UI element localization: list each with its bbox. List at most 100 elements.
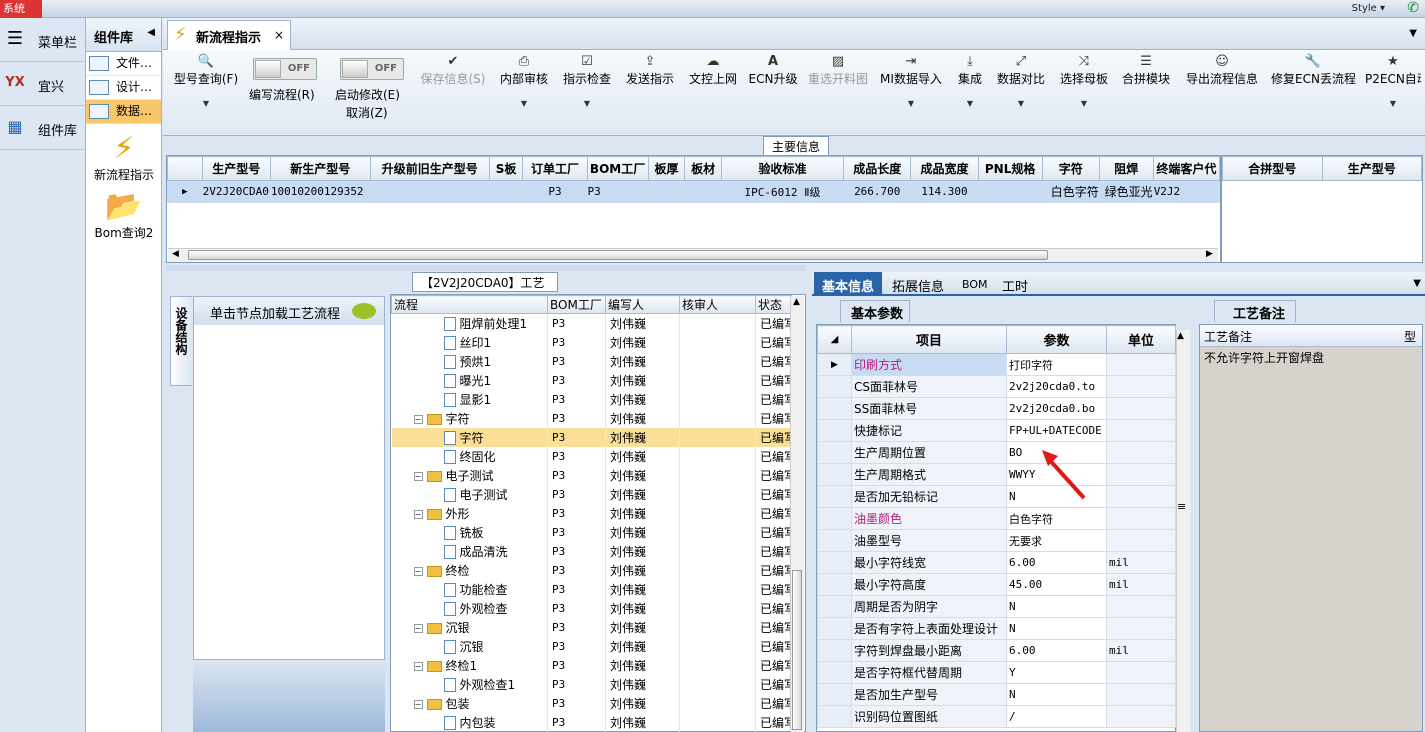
column-header[interactable]: 验收标准 [720,156,845,181]
tree-cell-reviewer[interactable] [679,655,756,675]
tree-cell-bom[interactable]: P3 [547,712,606,732]
column-header[interactable]: 核审人 [679,295,756,314]
params-vertical-scrollbar[interactable] [1176,330,1190,732]
tree-cell-bom[interactable]: P3 [547,579,606,599]
column-header[interactable]: 参数 [1006,325,1107,354]
launcher-bom-query[interactable]: 📂 Bom查询2 [86,190,162,241]
integrate-button[interactable]: ⤓ 集成 ▼ [953,50,987,136]
column-header[interactable]: PNL规格 [977,156,1043,181]
tree-cell-bom[interactable]: P3 [547,351,606,371]
cancel-edit-button[interactable]: 取消(Z) [346,104,388,121]
tree-cell-reviewer[interactable] [679,446,756,466]
tree-cell-bom[interactable]: P3 [547,560,606,580]
tree-row[interactable]: − 沉银 P3刘伟巍 已编写 [391,617,792,637]
tree-cell-name[interactable]: 阻焊前处理1 [391,313,548,333]
table-cell[interactable]: 10010200129352 [269,180,371,203]
tree-cell-name[interactable]: − 沉银 [391,617,548,637]
tree-row[interactable]: 外观检查 P3刘伟巍 已编写 [391,598,792,618]
mi-data-import-button[interactable]: ⇥ MI数据导入 ▼ [879,50,943,136]
repair-ecn-flow-button[interactable]: 🔧 修复ECN丢流程 [1271,50,1356,136]
tab-bom[interactable]: BOM [954,272,996,296]
tree-cell-status[interactable]: 已编写 [755,674,792,694]
tree-cell-name[interactable]: − 外形 [391,503,548,523]
tree-cell-status[interactable]: 已编写 [755,617,792,637]
tree-cell-bom[interactable]: P3 [547,636,606,656]
collapse-icon[interactable]: − [413,414,423,424]
tree-row[interactable]: − 电子测试 P3刘伟巍 已编写 [391,465,792,485]
param-row[interactable]: 油墨型号 无要求 [817,529,1176,552]
tree-cell-reviewer[interactable] [679,351,756,371]
tree-cell-bom[interactable]: P3 [547,446,606,466]
param-row[interactable]: 是否加无铅标记 N [817,485,1176,508]
tree-row[interactable]: 电子测试 P3刘伟巍 已编写 [391,484,792,504]
column-header[interactable]: BOM工厂 [547,295,606,314]
param-value[interactable]: 45.00 [1006,573,1107,596]
tree-cell-bom[interactable]: P3 [547,427,606,447]
p2ecn-auto-button[interactable]: ★ P2ECN自动 ▼ [1365,50,1421,136]
tree-cell-name[interactable]: 铣板 [391,522,548,542]
tree-row[interactable]: 内包装 P3刘伟巍 已编写 [391,712,792,732]
collapse-icon[interactable]: − [413,471,423,481]
tree-cell-bom[interactable]: P3 [547,541,606,561]
table-cell[interactable]: P3 [586,180,649,203]
param-row[interactable]: 识别码位置图纸 / [817,705,1176,728]
tree-cell-bom[interactable]: P3 [547,503,606,523]
param-row[interactable]: 是否加生产型号 N [817,683,1176,706]
param-row[interactable]: 快捷标记 FP+UL+DATECODE [817,419,1176,442]
param-row[interactable]: 生产周期位置 BO [817,441,1176,464]
tree-cell-reviewer[interactable] [679,674,756,694]
tree-cell-status[interactable]: 已编写 [755,332,792,352]
scroll-up-icon[interactable]: ▲ [793,297,800,307]
column-header[interactable]: 成品长度 [843,156,912,181]
tree-cell-author[interactable]: 刘伟巍 [605,484,680,504]
tree-row[interactable]: 铣板 P3刘伟巍 已编写 [391,522,792,542]
param-row[interactable]: 字符到焊盘最小距离 6.00 mil [817,639,1176,662]
table-cell[interactable]: 绿色亚光 [1098,180,1154,203]
tree-cell-status[interactable]: 已编写 [755,408,792,428]
tree-cell-status[interactable]: 已编写 [755,522,792,542]
tree-cell-author[interactable]: 刘伟巍 [605,636,680,656]
param-row[interactable]: 周期是否为阴字 N [817,595,1176,618]
notes-column-header[interactable]: 型 [1404,328,1416,345]
tree-cell-bom[interactable]: P3 [547,465,606,485]
column-header[interactable]: 板材 [684,156,722,181]
table-cell[interactable]: 266.700 [843,180,912,203]
tree-cell-author[interactable]: 刘伟巍 [605,617,680,637]
tree-row[interactable]: 外观检查1 P3刘伟巍 已编写 [391,674,792,694]
tree-cell-reviewer[interactable] [679,579,756,599]
column-header[interactable]: 终端客户代 [1152,156,1221,181]
write-flow-toggle[interactable]: OFF [253,58,317,80]
tree-cell-reviewer[interactable] [679,522,756,542]
tree-cell-bom[interactable]: P3 [547,408,606,428]
tree-cell-reviewer[interactable] [679,408,756,428]
tree-cell-author[interactable]: 刘伟巍 [605,655,680,675]
tree-cell-status[interactable]: 已编写 [755,484,792,504]
tree-row[interactable]: 阻焊前处理1 P3刘伟巍 已编写 [391,313,792,333]
component-item-file[interactable]: 文件… [86,52,161,76]
param-value[interactable]: 6.00 [1006,551,1107,574]
reselect-cutting-button[interactable]: ▨ 重选开料图 [807,50,869,136]
chevron-down-icon[interactable]: ▼ [1413,278,1421,289]
param-row[interactable]: SS面菲林号 2v2j20cda0.bo [817,397,1176,420]
combine-module-button[interactable]: ☰ 合拼模块 [1119,50,1173,136]
tree-cell-author[interactable]: 刘伟巍 [605,332,680,352]
tree-cell-author[interactable]: 刘伟巍 [605,674,680,694]
tree-cell-bom[interactable]: P3 [547,370,606,390]
equipment-structure-tab[interactable]: 设备结构 [170,296,192,386]
tree-cell-author[interactable]: 刘伟巍 [605,579,680,599]
tree-cell-name[interactable]: 丝印1 [391,332,548,352]
collapse-icon[interactable]: − [413,661,423,671]
column-header[interactable]: 成品宽度 [910,156,979,181]
scroll-left-icon[interactable]: ◀ [172,249,179,259]
param-row[interactable]: 最小字符高度 45.00 mil [817,573,1176,596]
table-cell[interactable]: P3 [522,180,588,203]
tree-cell-status[interactable]: 已编写 [755,579,792,599]
tree-cell-reviewer[interactable] [679,636,756,656]
model-query-button[interactable]: 🔍 型号查询(F) ▼ [169,50,243,136]
tree-cell-reviewer[interactable] [679,617,756,637]
param-value[interactable]: 打印字符 [1006,353,1107,376]
tree-cell-reviewer[interactable] [679,598,756,618]
tree-row[interactable]: − 终检1 P3刘伟巍 已编写 [391,655,792,675]
tree-cell-reviewer[interactable] [679,484,756,504]
table-cell[interactable]: 114.300 [910,180,979,203]
